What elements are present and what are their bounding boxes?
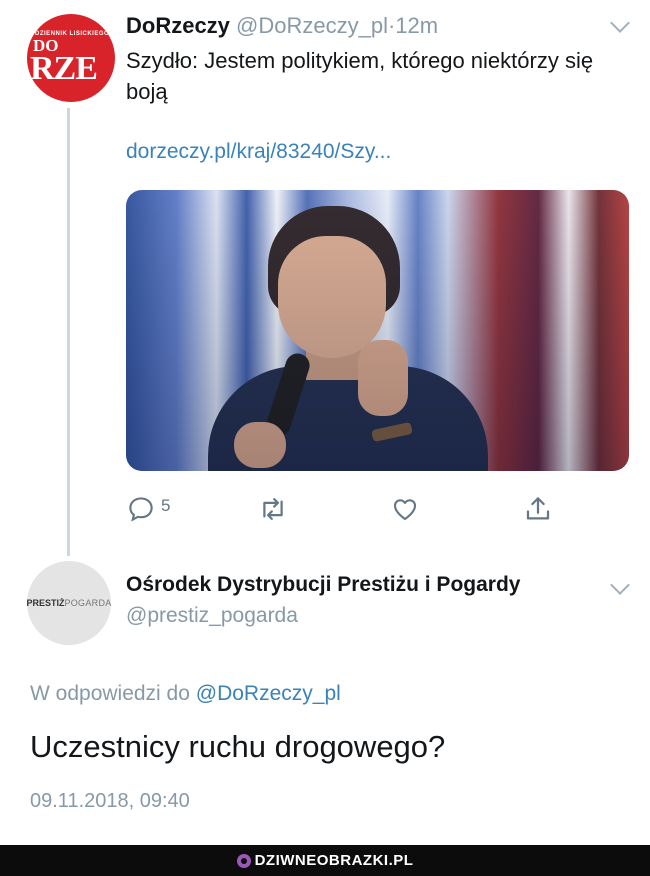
avatar-logo-rze: RZE (30, 50, 98, 87)
tweet-timestamp[interactable]: 09.11.2018, 09:40 (30, 790, 190, 813)
tweet-link[interactable]: dorzeczy.pl/kraj/83240/Szy... (126, 140, 391, 164)
reply-mention-link[interactable]: @DoRzeczy_pl (196, 682, 341, 705)
prestiz-pogarda-avatar[interactable]: PRESTIŻPOGARDA (26, 561, 111, 645)
avatar-logo-light: POGARDA (64, 598, 112, 608)
tweet-text: Szydło: Jestem politykiem, którego niekt… (126, 48, 594, 104)
avatar-logo-bold: PRESTIŻ (26, 598, 65, 608)
author-handle-2[interactable]: @prestiz_pogarda (126, 604, 298, 628)
watermark-logo-icon (236, 853, 251, 868)
reply-context: W odpowiedzi do @DoRzeczy_pl (30, 682, 341, 706)
reply-prefix: W odpowiedzi do (30, 682, 190, 705)
tweet-text-2: Uczestnicy ruchu drogowego? (30, 729, 446, 764)
avatar-logo: PRESTIŻPOGARDA (26, 598, 111, 608)
author-name-2[interactable]: Ośrodek Dystrybucji Prestiżu i Pogardy (126, 573, 520, 597)
thread-line (67, 108, 70, 556)
comment-icon[interactable] (126, 494, 156, 524)
watermark-bar: DZIWNEOBRAZKI.PL (0, 845, 650, 876)
retweet-icon[interactable] (257, 494, 289, 524)
chevron-down-icon[interactable] (610, 13, 630, 33)
watermark: DZIWNEOBRAZKI.PL (236, 852, 414, 869)
tweet-header: DoRzeczy @DoRzeczy_pl·12m (126, 13, 438, 39)
dorzeczy-avatar[interactable]: DZIENNIK LISICKIEGO DO RZE (27, 14, 115, 102)
reply-count: 5 (161, 496, 171, 515)
watermark-text: DZIWNEOBRAZKI.PL (254, 852, 414, 869)
author-name[interactable]: DoRzeczy (126, 13, 230, 38)
photo-shade (126, 190, 629, 471)
author-handle[interactable]: @DoRzeczy_pl (236, 13, 388, 38)
tweet-photo[interactable] (126, 190, 629, 471)
chevron-down-icon[interactable] (610, 575, 630, 595)
heart-icon[interactable] (390, 494, 420, 524)
tweet-time[interactable]: 12m (395, 13, 438, 38)
share-icon[interactable] (523, 494, 553, 524)
